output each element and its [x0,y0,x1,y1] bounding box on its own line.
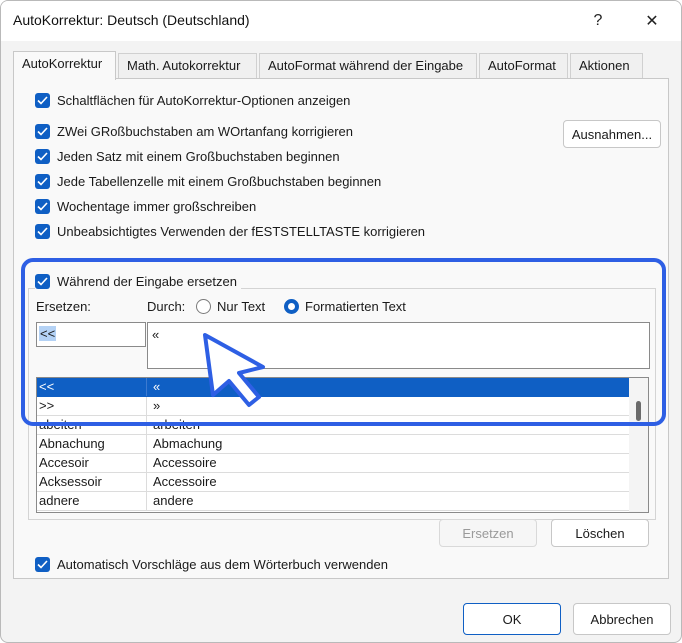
checkbox-checked-icon[interactable] [35,198,50,214]
replace-input-value: << [39,326,57,341]
radio-formatted-text-label: Formatierten Text [305,299,406,314]
checkbox-checked-icon[interactable] [35,223,50,239]
list-scrollbar[interactable] [629,378,648,512]
option-sentence-cap-label: Jeden Satz mit einem Großbuchstaben begi… [57,148,340,164]
close-icon: ✕ [645,13,659,30]
tab-autoformat[interactable]: AutoFormat [479,53,568,79]
checkbox-checked-icon[interactable] [35,123,50,139]
checkbox-checked-icon[interactable] [35,148,50,164]
option-sentence-cap[interactable]: Jeden Satz mit einem Großbuchstaben begi… [35,146,340,166]
list-item[interactable]: Accesoir Accessoire [37,454,629,473]
option-dictionary-suggestions-label: Automatisch Vorschläge aus dem Wörterbuc… [57,556,388,572]
radio-selected-icon[interactable] [284,299,299,314]
ok-button[interactable]: OK [463,603,561,635]
option-weekdays[interactable]: Wochentage immer großschreiben [35,196,256,216]
radio-plain-text[interactable]: Nur Text [196,299,265,314]
cancel-button[interactable]: Abbrechen [573,603,671,635]
close-button[interactable]: ✕ [629,6,675,36]
tab-math-autokorrektur[interactable]: Math. Autokorrektur [118,53,257,79]
autocorrect-entries-list[interactable]: << « >>» abeiten arbeiten Abnachung Abmachu… [36,377,649,513]
scrollbar-thumb[interactable] [636,401,641,421]
option-caps-lock[interactable]: Unbeabsichtigtes Verwenden der fESTSTELL… [35,221,425,241]
radio-unselected-icon[interactable] [196,299,211,314]
with-label: Durch: [147,299,186,314]
with-input-value: « [152,327,160,342]
radio-formatted-text[interactable]: Formatierten Text [284,299,406,314]
checkbox-checked-icon[interactable] [35,92,50,108]
checkbox-checked-icon[interactable] [35,556,50,572]
tab-autokorrektur[interactable]: AutoKorrektur [13,51,116,80]
with-input[interactable]: « [147,322,650,369]
option-two-caps-label: ZWei GRoßbuchstaben am WOrtanfang korrig… [57,123,353,139]
option-caps-lock-label: Unbeabsichtigtes Verwenden der fESTSTELL… [57,223,426,239]
exceptions-button[interactable]: Ausnahmen... [563,120,661,148]
option-dictionary-suggestions[interactable]: Automatisch Vorschläge aus dem Wörterbuc… [35,554,388,574]
help-button[interactable]: ? [575,6,621,36]
replace-label: Ersetzen: [36,299,91,314]
option-weekdays-label: Wochentage immer großschreiben [57,198,257,214]
option-replace-while-typing[interactable]: Während der Eingabe ersetzen [35,271,241,291]
option-table-cell-cap-label: Jede Tabellenzelle mit einem Großbuchsta… [57,173,382,189]
replace-input[interactable]: << [36,322,146,347]
autocorrect-dialog: AutoKorrektur: Deutsch (Deutschland) ? ✕… [0,0,682,643]
list-item[interactable]: abeiten arbeiten [37,416,629,435]
option-replace-while-typing-label: Während der Eingabe ersetzen [57,273,237,289]
option-table-cell-cap[interactable]: Jede Tabellenzelle mit einem Großbuchsta… [35,171,381,191]
radio-plain-text-label: Nur Text [217,299,266,314]
checkbox-checked-icon[interactable] [35,173,50,189]
title-bar: AutoKorrektur: Deutsch (Deutschland) ? ✕ [1,1,681,41]
list-item[interactable]: << « [37,378,629,397]
list-item[interactable]: >>» [37,397,629,416]
tab-aktionen[interactable]: Aktionen [570,53,643,79]
list-item[interactable]: adnere andere [37,492,629,511]
tab-autoformat-typing[interactable]: AutoFormat während der Eingabe [259,53,477,79]
option-two-caps[interactable]: ZWei GRoßbuchstaben am WOrtanfang korrig… [35,121,353,141]
option-show-buttons[interactable]: Schaltflächen für AutoKorrektur-Optionen… [35,90,350,110]
replace-button[interactable]: Ersetzen [439,519,537,547]
window-title: AutoKorrektur: Deutsch (Deutschland) [13,12,250,28]
checkbox-checked-icon[interactable] [35,273,50,289]
list-item[interactable]: Acksessoir Accessoire [37,473,629,492]
option-show-buttons-label: Schaltflächen für AutoKorrektur-Optionen… [57,92,351,108]
delete-button[interactable]: Löschen [551,519,649,547]
list-item[interactable]: Abnachung Abmachung [37,435,629,454]
